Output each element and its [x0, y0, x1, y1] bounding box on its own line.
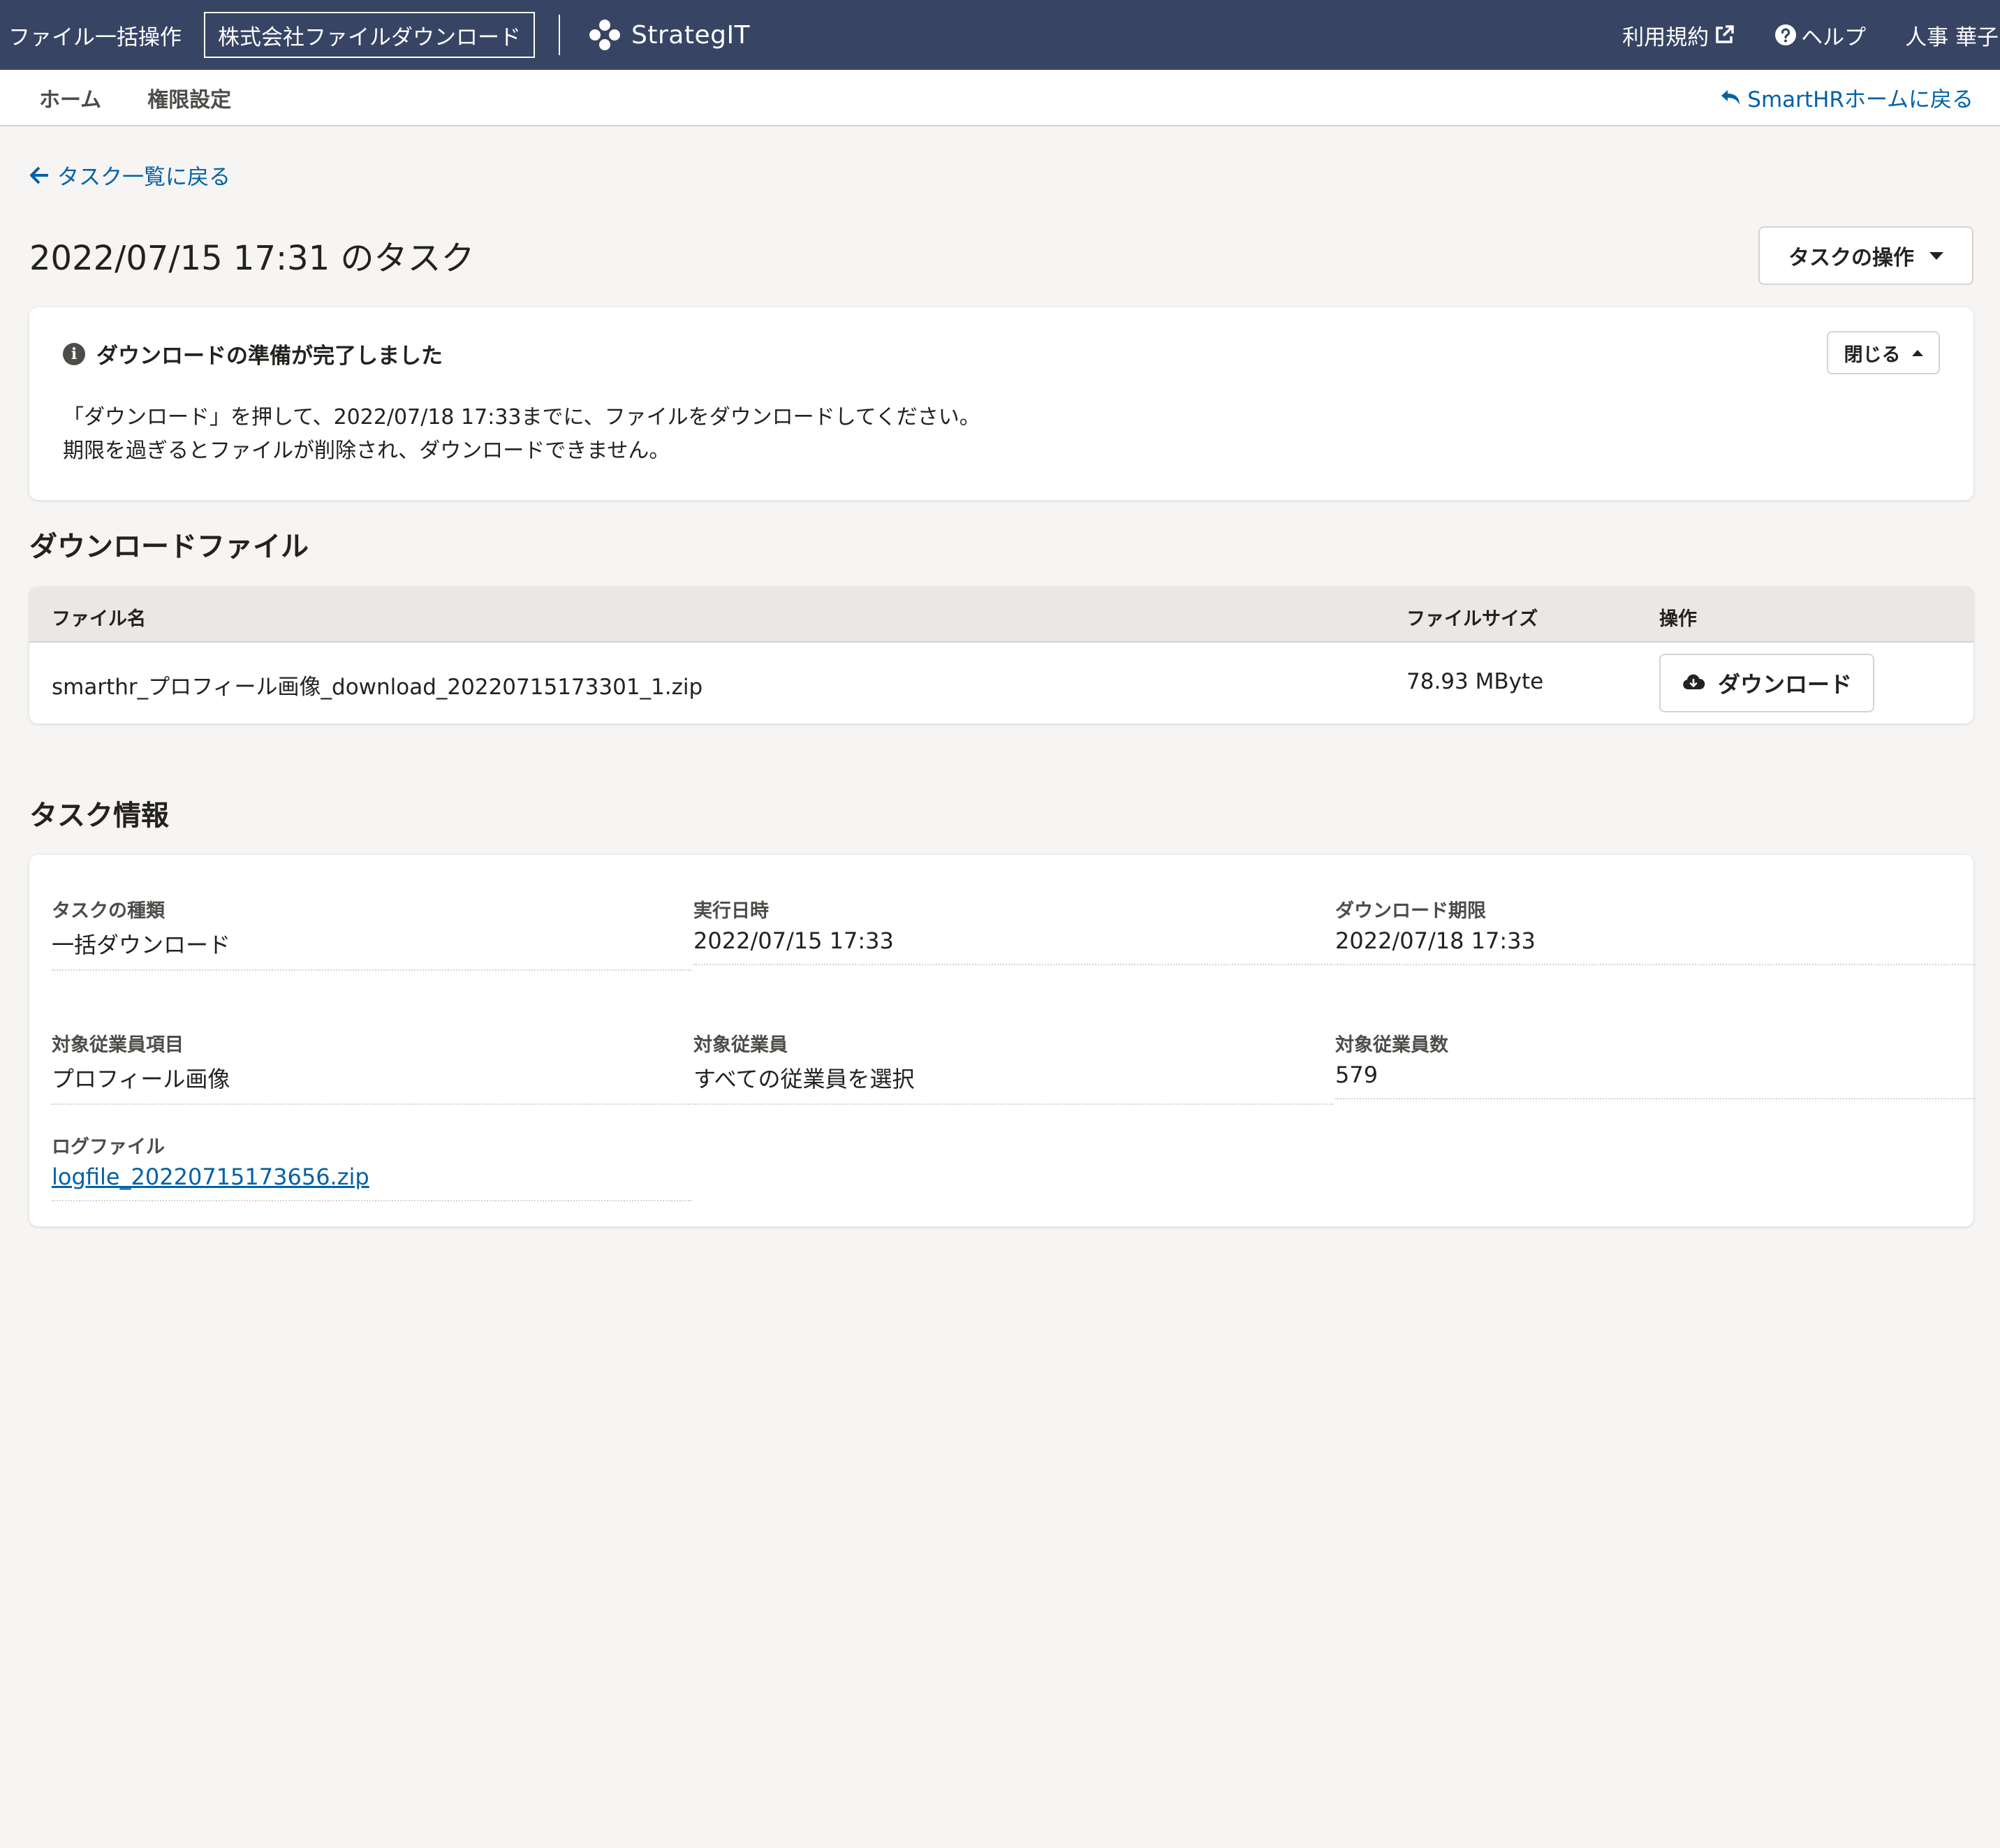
field-executed-at: 実行日時 2022/07/15 17:33 — [693, 895, 1333, 965]
download-files-table: ファイル名 ファイルサイズ 操作 smarthr_プロフィール画像_downlo… — [29, 587, 1973, 724]
help-label: ヘルプ — [1801, 24, 1867, 50]
terms-label: 利用規約 — [1622, 24, 1709, 50]
field-label: ログファイル — [52, 1136, 165, 1158]
arrow-left-icon — [30, 166, 48, 184]
sub-navigation: ホーム 権限設定 SmartHRホームに戻る — [0, 70, 2000, 126]
field-target-employee-count: 対象従業員数 579 — [1335, 1029, 1975, 1099]
help-link[interactable]: ヘルプ — [1774, 20, 1866, 51]
notice-title: ダウンロードの準備が完了しました — [96, 344, 443, 369]
field-label: ダウンロード期限 — [1335, 900, 1486, 922]
task-info-heading: タスク情報 — [29, 800, 169, 832]
notice-line-1: 「ダウンロード」を押して、2022/07/18 17:33までに、ファイルをダウ… — [63, 405, 980, 430]
file-name-cell: smarthr_プロフィール画像_download_20220715173301… — [52, 675, 703, 700]
download-files-heading: ダウンロードファイル — [29, 531, 309, 563]
top-header: ファイル一括操作 株式会社ファイルダウンロード StrategIT 利用規約 ヘ… — [0, 0, 2000, 70]
field-label: 対象従業員 — [693, 1034, 788, 1056]
back-home-label: SmartHRホームに戻る — [1747, 87, 1973, 112]
app-name[interactable]: ファイル一括操作 — [8, 20, 182, 51]
column-header-action: 操作 — [1659, 608, 1697, 630]
field-value: すべての従業員を選択 — [693, 1066, 915, 1092]
download-button[interactable]: ダウンロード — [1659, 654, 1874, 712]
field-label: タスクの種類 — [52, 900, 165, 922]
back-to-smarthr-home-link[interactable]: SmartHRホームに戻る — [1719, 82, 1973, 113]
task-operations-dropdown[interactable]: タスクの操作 — [1758, 226, 1973, 285]
field-target-employee-item: 対象従業員項目 プロフィール画像 — [52, 1029, 691, 1105]
notice-close-button[interactable]: 閉じる — [1827, 331, 1940, 374]
notice-body: 「ダウンロード」を押して、2022/07/18 17:33までに、ファイルをダウ… — [63, 401, 980, 468]
column-header-file-name: ファイル名 — [52, 608, 146, 630]
caret-up-icon — [1911, 349, 1923, 356]
task-info-card: タスクの種類 一括ダウンロード 実行日時 2022/07/15 17:33 ダウ… — [29, 855, 1975, 1226]
tenant-name: 株式会社ファイルダウンロード — [204, 12, 535, 58]
header-divider — [559, 15, 560, 55]
log-file-link[interactable]: logfile_20220715173656.zip — [52, 1164, 369, 1190]
nav-permissions[interactable]: 権限設定 — [147, 82, 231, 113]
back-to-task-list-link[interactable]: タスク一覧に戻る — [29, 159, 230, 191]
external-link-icon — [1716, 25, 1734, 43]
field-value: プロフィール画像 — [52, 1066, 230, 1092]
field-value: 2022/07/15 17:33 — [693, 927, 894, 954]
column-header-file-size: ファイルサイズ — [1406, 608, 1538, 630]
download-button-label: ダウンロード — [1717, 671, 1852, 698]
field-label: 対象従業員項目 — [52, 1034, 184, 1056]
user-menu[interactable]: 人事 華子 — [1905, 20, 1999, 51]
field-value: 一括ダウンロード — [52, 932, 231, 958]
reply-arrow-icon — [1721, 89, 1740, 105]
field-task-type: タスクの種類 一括ダウンロード — [52, 895, 691, 971]
notice-header: i ダウンロードの準備が完了しました — [63, 338, 443, 369]
flower-logo-icon — [589, 20, 620, 50]
header-right: 利用規約 ヘルプ 人事 華子 — [1622, 20, 2000, 51]
field-value: 579 — [1335, 1062, 1378, 1088]
back-link-label: タスク一覧に戻る — [57, 165, 230, 190]
field-value: logfile_20220715173656.zip — [52, 1158, 691, 1200]
cloud-download-icon — [1683, 674, 1705, 689]
task-ops-label: タスクの操作 — [1788, 246, 1914, 270]
info-icon: i — [63, 342, 85, 365]
question-circle-icon — [1775, 24, 1797, 45]
table-header-row: ファイル名 ファイルサイズ 操作 — [29, 587, 1973, 643]
close-label: 閉じる — [1844, 344, 1901, 366]
field-download-deadline: ダウンロード期限 2022/07/18 17:33 — [1335, 895, 1975, 965]
field-value: 2022/07/18 17:33 — [1335, 927, 1536, 954]
field-target-employees: 対象従業員 すべての従業員を選択 — [693, 1029, 1333, 1105]
notice-line-2: 期限を過ぎるとファイルが削除され、ダウンロードできません。 — [63, 439, 670, 463]
page-title: 2022/07/15 17:31 のタスク — [29, 239, 475, 278]
brand-logo: StrategIT — [587, 17, 750, 53]
field-label: 対象従業員数 — [1335, 1034, 1448, 1056]
caret-down-icon — [1929, 251, 1943, 260]
field-log-file: ログファイル logfile_20220715173656.zip — [52, 1131, 691, 1201]
nav-home[interactable]: ホーム — [39, 82, 101, 113]
download-ready-notice: i ダウンロードの準備が完了しました 閉じる 「ダウンロード」を押して、2022… — [29, 307, 1973, 500]
brand-name: StrategIT — [631, 20, 751, 50]
field-label: 実行日時 — [693, 900, 769, 922]
terms-link[interactable]: 利用規約 — [1622, 20, 1735, 51]
file-size-cell: 78.93 MByte — [1406, 669, 1544, 694]
